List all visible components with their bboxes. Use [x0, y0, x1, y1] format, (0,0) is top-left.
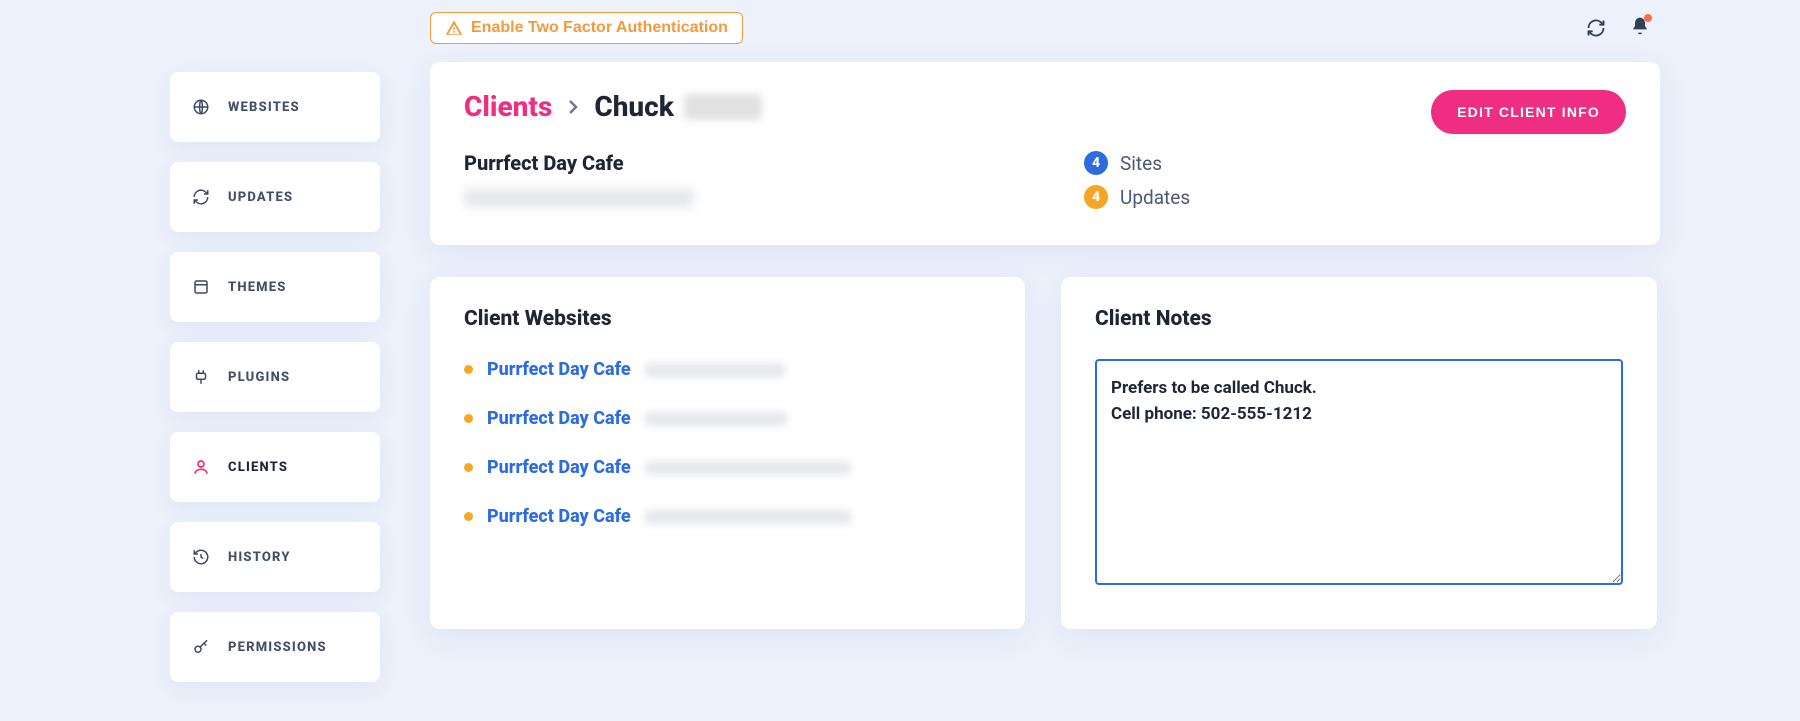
topbar-right [1586, 16, 1650, 40]
website-link[interactable]: Purrfect Day Cafe [487, 506, 631, 527]
client-business-block: Purrfect Day Cafe [464, 151, 1024, 209]
website-link[interactable]: Purrfect Day Cafe [487, 457, 631, 478]
website-list-item: Purrfect Day Cafe [464, 506, 991, 527]
enable-2fa-button[interactable]: Enable Two Factor Authentication [430, 12, 743, 44]
website-list-item: Purrfect Day Cafe [464, 408, 991, 429]
sidebar-item-label: HISTORY [228, 550, 291, 565]
client-last-name-redacted [684, 94, 762, 120]
sidebar-item-permissions[interactable]: PERMISSIONS [170, 612, 380, 682]
client-websites-list: Purrfect Day Cafe Purrfect Day Cafe Purrfe… [464, 359, 991, 527]
status-dot-icon [464, 365, 473, 374]
sidebar-item-updates[interactable]: UPDATES [170, 162, 380, 232]
client-notes-textarea[interactable] [1095, 359, 1623, 585]
panels-row: Client Websites Purrfect Day CafePurrfec… [430, 277, 1660, 629]
sidebar: WEBSITES UPDATES THEMES PLUGINS CLIENTS … [170, 72, 380, 682]
client-websites-panel: Client Websites Purrfect Day CafePurrfec… [430, 277, 1025, 629]
sync-icon [192, 188, 210, 206]
updates-count-badge: 4 [1084, 185, 1108, 209]
status-dot-icon [464, 463, 473, 472]
topbar: Enable Two Factor Authentication [0, 12, 1800, 52]
client-email-redacted [464, 189, 694, 207]
sidebar-item-plugins[interactable]: PLUGINS [170, 342, 380, 412]
client-notes-panel: Client Notes [1061, 277, 1657, 629]
edit-client-info-button[interactable]: EDIT CLIENT INFO [1431, 90, 1626, 134]
client-notes-title: Client Notes [1095, 307, 1623, 331]
website-url-redacted [645, 363, 785, 377]
refresh-icon[interactable] [1586, 18, 1606, 38]
sidebar-item-clients[interactable]: CLIENTS [170, 432, 380, 502]
client-websites-title: Client Websites [464, 307, 991, 331]
website-list-item: Purrfect Day Cafe [464, 359, 991, 380]
updates-label: Updates [1120, 186, 1190, 209]
enable-2fa-label: Enable Two Factor Authentication [471, 19, 728, 37]
warning-icon [445, 19, 463, 37]
client-stats: 4 Sites 4 Updates [1084, 151, 1190, 209]
website-url-redacted [645, 510, 851, 524]
sidebar-item-themes[interactable]: THEMES [170, 252, 380, 322]
client-business-name: Purrfect Day Cafe [464, 151, 1024, 175]
sidebar-item-label: CLIENTS [228, 460, 288, 475]
website-url-redacted [645, 461, 851, 475]
client-first-name: Chuck [594, 90, 674, 123]
sidebar-item-history[interactable]: HISTORY [170, 522, 380, 592]
sidebar-item-websites[interactable]: WEBSITES [170, 72, 380, 142]
client-header-info: Purrfect Day Cafe 4 Sites 4 Updates [464, 151, 1626, 209]
sidebar-item-label: THEMES [228, 280, 287, 295]
website-link[interactable]: Purrfect Day Cafe [487, 359, 631, 380]
website-list-item: Purrfect Day Cafe [464, 457, 991, 478]
key-icon [192, 638, 210, 656]
sites-count-badge: 4 [1084, 151, 1108, 175]
main-content: Clients Chuck EDIT CLIENT INFO Purrfect … [430, 62, 1660, 629]
website-link[interactable]: Purrfect Day Cafe [487, 408, 631, 429]
history-icon [192, 548, 210, 566]
theme-icon [192, 278, 210, 296]
sidebar-item-label: WEBSITES [228, 100, 300, 115]
person-icon [192, 458, 210, 476]
sidebar-item-label: UPDATES [228, 190, 293, 205]
globe-icon [192, 98, 210, 116]
stat-updates-row: 4 Updates [1084, 185, 1190, 209]
plug-icon [192, 368, 210, 386]
sites-label: Sites [1120, 152, 1162, 175]
website-url-redacted [645, 412, 787, 426]
breadcrumb-root-link[interactable]: Clients [464, 90, 552, 123]
chevron-right-icon [568, 100, 578, 114]
status-dot-icon [464, 512, 473, 521]
notification-dot [1644, 14, 1652, 22]
breadcrumb-current: Chuck [594, 90, 762, 123]
sidebar-item-label: PLUGINS [228, 370, 290, 385]
notifications-button[interactable] [1630, 16, 1650, 40]
sidebar-item-label: PERMISSIONS [228, 640, 327, 655]
status-dot-icon [464, 414, 473, 423]
stat-sites-row: 4 Sites [1084, 151, 1190, 175]
client-header-card: Clients Chuck EDIT CLIENT INFO Purrfect … [430, 62, 1660, 245]
